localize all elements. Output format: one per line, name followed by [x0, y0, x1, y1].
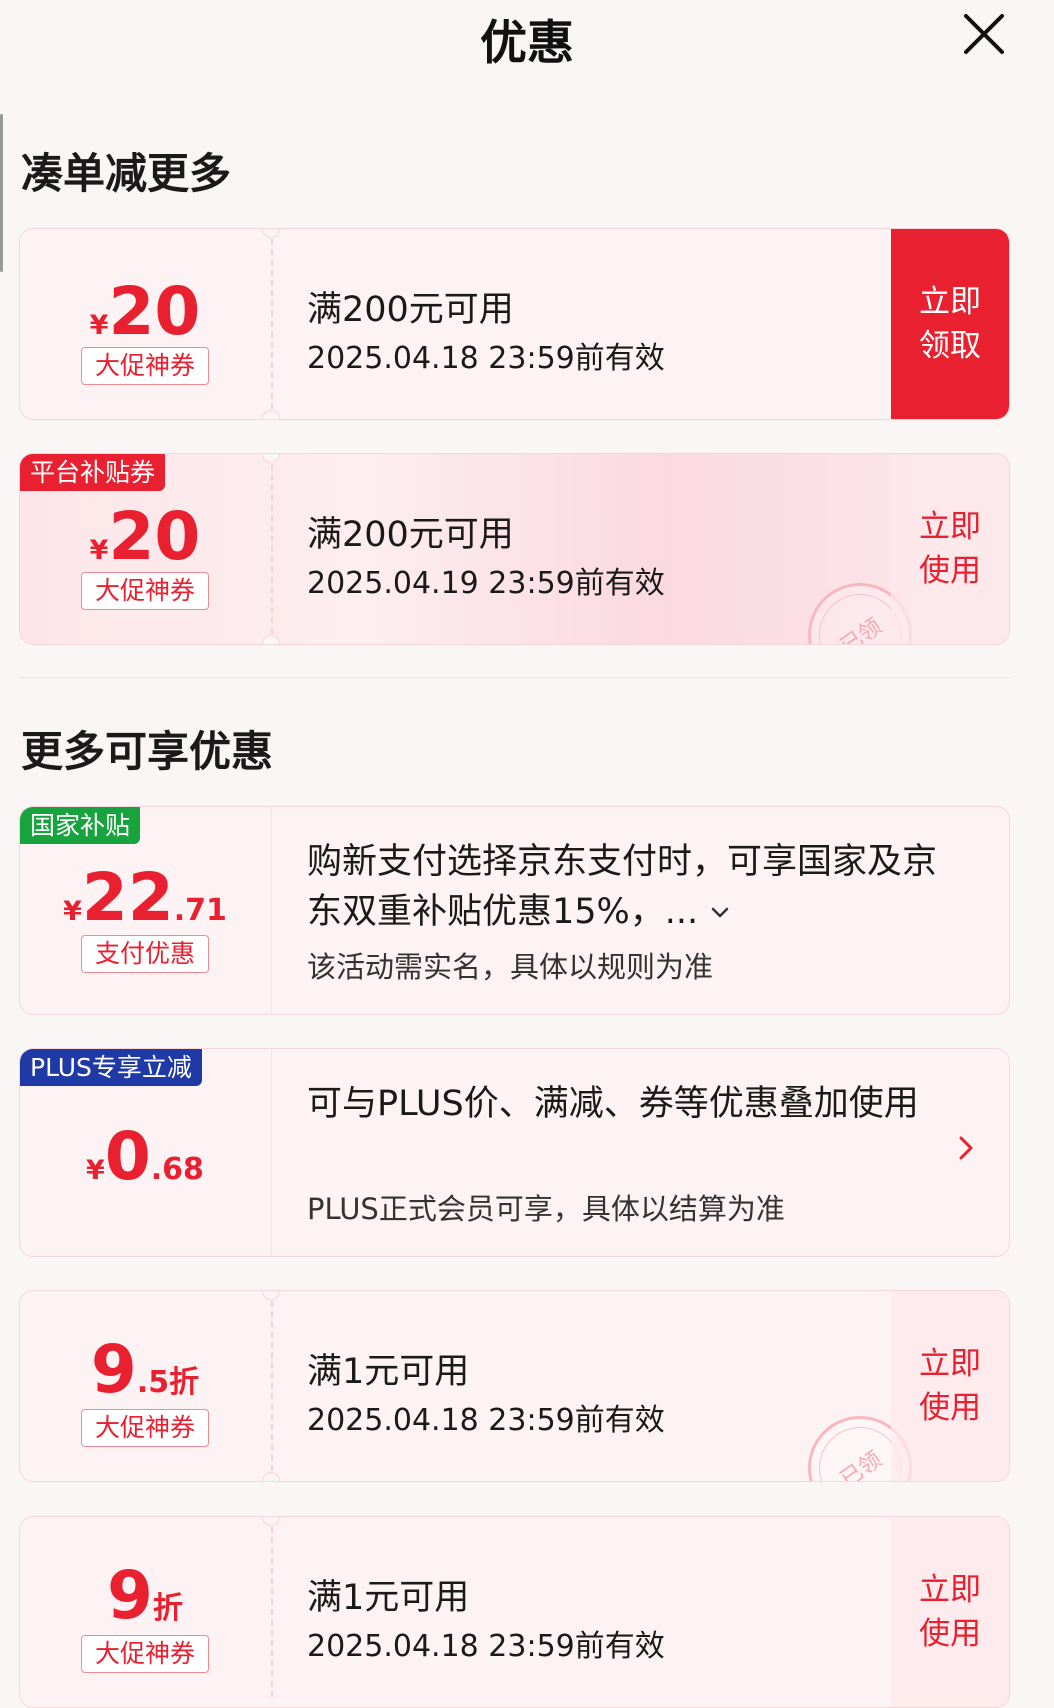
perforation	[271, 1527, 273, 1697]
coupon-amount: ¥20	[20, 504, 270, 570]
close-button[interactable]	[958, 8, 1010, 60]
card-separator	[271, 1049, 272, 1256]
amount-integer: 22	[81, 859, 174, 936]
action-label: 立即	[919, 284, 981, 320]
ticket-notch	[262, 1517, 280, 1526]
ticket-notch	[262, 635, 280, 644]
amount-integer: 9	[107, 1557, 153, 1634]
perforation	[271, 1301, 273, 1471]
ticket-notch	[262, 1291, 280, 1300]
coupon-badge: 大促神券	[81, 1409, 209, 1447]
offer-amount: ¥22.71	[20, 865, 270, 931]
amount-decimal: .71	[173, 893, 227, 928]
card-separator	[271, 807, 272, 1014]
amount-integer: 0	[104, 1118, 151, 1195]
amount-integer: 9	[90, 1331, 137, 1408]
section-title-more-offers: 更多可享优惠	[21, 727, 274, 776]
offer-description: 可与PLUS价、满减、券等优惠叠加使用	[307, 1084, 919, 1124]
platform-subsidy-tag: 平台补贴券	[20, 454, 166, 491]
offer-note: PLUS正式会员可享，具体以结算为准	[307, 1192, 785, 1226]
coupon-expiry: 2025.04.19 23:59前有效	[307, 566, 665, 601]
coupon-amount: ¥20	[20, 279, 270, 345]
coupon-card: 9.5折 大促神券 满1元可用 2025.04.18 23:59前有效 已领 立…	[19, 1290, 1010, 1482]
chevron-right-icon[interactable]	[957, 1133, 975, 1163]
currency-symbol: ¥	[63, 896, 82, 927]
discount-amount: 9.5折	[20, 1337, 270, 1403]
action-label: 领取	[919, 328, 981, 364]
use-now-button[interactable]: 立即 使用	[891, 1517, 1009, 1707]
action-label: 立即	[919, 1346, 981, 1382]
offer-card[interactable]: 国家补贴 ¥22.71 支付优惠 购新支付选择京东支付时，可享国家及京东双重补贴…	[19, 806, 1010, 1015]
amount-decimal: .5	[136, 1365, 170, 1400]
chevron-down-icon[interactable]	[709, 902, 731, 924]
use-now-button[interactable]: 立即 使用	[891, 454, 1009, 644]
amount-value: 20	[108, 498, 201, 575]
coupon-card: 9折 大促神券 满1元可用 2025.04.18 23:59前有效 立即 使用	[19, 1516, 1010, 1708]
coupon-condition: 满1元可用	[307, 1578, 470, 1618]
currency-symbol: ¥	[86, 1155, 105, 1186]
section-title-collect-more: 凑单减更多	[21, 149, 232, 198]
page-title: 优惠	[480, 16, 574, 71]
action-label: 使用	[919, 1616, 981, 1652]
perforation	[271, 464, 273, 634]
ticket-notch	[262, 1472, 280, 1481]
perforation	[271, 239, 273, 409]
claim-now-button[interactable]: 立即 领取	[891, 229, 1009, 419]
header: 优惠	[0, 0, 1054, 71]
offer-badge: 支付优惠	[81, 935, 209, 973]
currency-symbol: ¥	[89, 535, 109, 566]
offer-amount: ¥0.68	[20, 1124, 270, 1190]
use-now-button[interactable]: 立即 使用	[891, 1291, 1009, 1481]
plus-exclusive-tag: PLUS专享立减	[20, 1049, 202, 1086]
discount-amount: 9折	[20, 1563, 270, 1629]
offer-note: 该活动需实名，具体以规则为准	[307, 950, 714, 984]
coupon-expiry: 2025.04.18 23:59前有效	[307, 1403, 665, 1438]
action-label: 立即	[919, 1572, 981, 1608]
amount-value: 20	[108, 273, 201, 350]
close-icon	[964, 14, 1004, 54]
coupon-condition: 满200元可用	[307, 515, 514, 555]
ticket-notch	[262, 410, 280, 419]
ticket-notch	[262, 229, 280, 238]
scroll-indicator	[0, 114, 3, 272]
offer-card[interactable]: PLUS专享立减 ¥0.68 可与PLUS价、满减、券等优惠叠加使用 PLUS正…	[19, 1048, 1010, 1257]
amount-decimal: .68	[150, 1152, 204, 1187]
currency-symbol: ¥	[89, 310, 109, 341]
action-label: 立即	[919, 509, 981, 545]
coupon-badge: 大促神券	[81, 572, 209, 610]
coupon-card: ¥20 大促神券 满200元可用 2025.04.18 23:59前有效 立即 …	[19, 228, 1010, 420]
coupon-expiry: 2025.04.18 23:59前有效	[307, 1629, 665, 1664]
action-label: 使用	[919, 553, 981, 589]
offer-description: 购新支付选择京东支付时，可享国家及京东双重补贴优惠15%，...	[307, 837, 947, 937]
national-subsidy-tag: 国家补贴	[20, 807, 141, 844]
offer-description-text: 购新支付选择京东支付时，可享国家及京东双重补贴优惠15%，...	[307, 842, 938, 932]
coupon-badge: 大促神券	[81, 1635, 209, 1673]
coupon-expiry: 2025.04.18 23:59前有效	[307, 341, 665, 376]
section-divider	[18, 677, 1011, 678]
ticket-notch	[262, 454, 280, 463]
coupon-card: 平台补贴券 ¥20 大促神券 满200元可用 2025.04.19 23:59前…	[19, 453, 1010, 645]
coupon-badge: 大促神券	[81, 347, 209, 385]
action-label: 使用	[919, 1390, 981, 1426]
coupon-condition: 满1元可用	[307, 1352, 470, 1392]
discount-unit: 折	[152, 1591, 183, 1626]
discount-unit: 折	[169, 1365, 200, 1400]
coupon-condition: 满200元可用	[307, 290, 514, 330]
